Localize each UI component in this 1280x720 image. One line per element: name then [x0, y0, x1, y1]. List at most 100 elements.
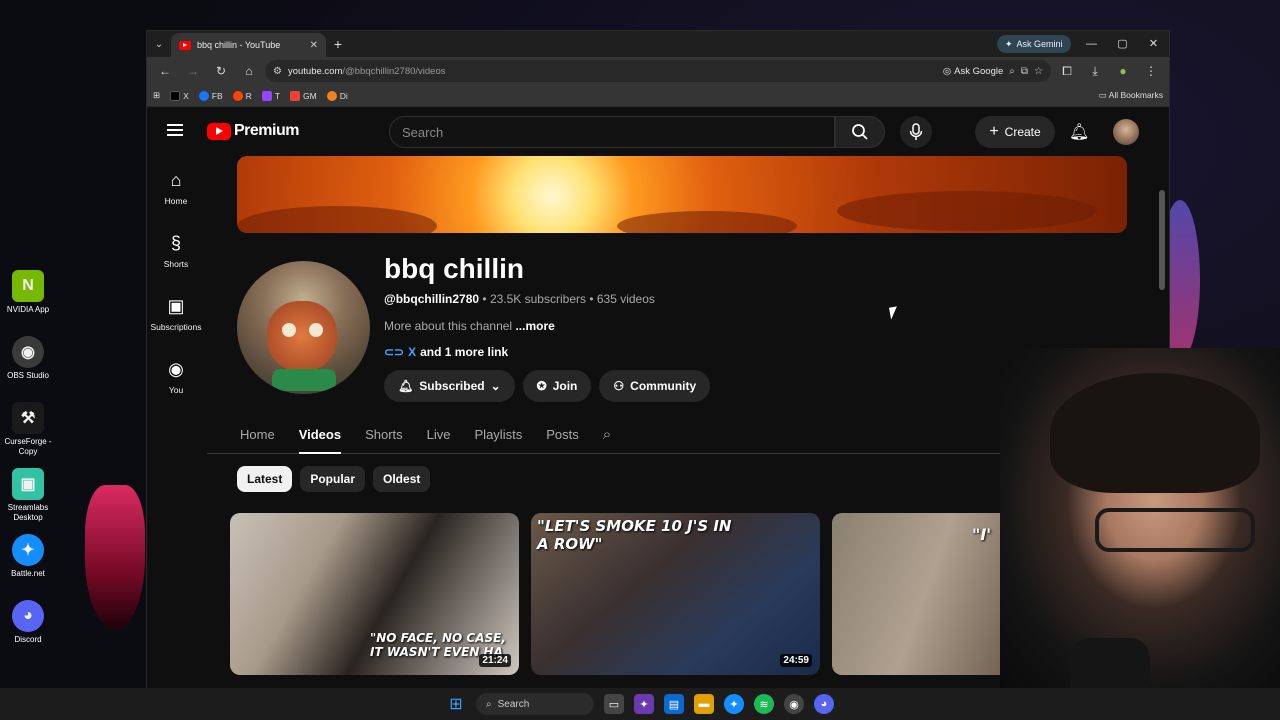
voice-search-button[interactable] — [900, 116, 932, 148]
curseforge-icon: ⚒ — [12, 402, 44, 434]
address-bar[interactable]: ⚙ youtube.com/@bbqchillin2780/videos ◎ As… — [265, 60, 1051, 82]
x-link[interactable]: X — [408, 345, 416, 359]
account-avatar[interactable] — [1113, 119, 1139, 145]
reload-icon[interactable]: ↻ — [209, 64, 233, 78]
bookmark-di[interactable]: Di — [326, 90, 348, 101]
search-icon: ⌕ — [486, 698, 492, 710]
apps-grid-icon[interactable]: ⊞ — [153, 90, 160, 101]
taskbar-search[interactable]: ⌕ Search — [476, 693, 594, 715]
bookmark-star-icon[interactable]: ☆ — [1034, 66, 1043, 77]
community-button[interactable]: ⚇ Community — [599, 370, 711, 402]
battlenet-icon: ✦ — [12, 534, 44, 566]
channel-actions: 🔔︎ Subscribed ⌄ ✪ Join ⚇ Community — [384, 370, 711, 402]
guide-menu-icon[interactable] — [167, 124, 183, 136]
battlenet-taskbar-icon[interactable]: ✦ — [724, 694, 744, 714]
menu-kebab-icon[interactable]: ⋮ — [1139, 64, 1163, 78]
discord-taskbar-icon[interactable]: ◕ — [814, 694, 834, 714]
forward-icon[interactable]: → — [181, 64, 205, 78]
channel-avatar[interactable] — [237, 261, 370, 394]
lens-icon: ◎ — [942, 65, 952, 77]
notifications-bell-icon[interactable]: 🔔︎ — [1069, 122, 1089, 142]
browser-tab-youtube[interactable]: bbq chillin - YouTube ✕ — [171, 33, 326, 57]
webcam-overlay — [1000, 348, 1280, 690]
bookmark-reddit[interactable]: R — [232, 90, 252, 101]
you-icon: ◉ — [168, 358, 184, 379]
channel-about[interactable]: More about this channel ...more — [384, 319, 555, 333]
desktop-icons: N NVIDIA App ◉ OBS Studio ⚒ CurseForge -… — [0, 270, 56, 666]
spotify-icon[interactable]: ≋ — [754, 694, 774, 714]
desktop-icon-nvidia[interactable]: N NVIDIA App — [0, 270, 56, 336]
tab-videos[interactable]: Videos — [298, 416, 342, 454]
tab-playlists[interactable]: Playlists — [475, 416, 523, 454]
close-window-icon[interactable]: ✕ — [1138, 31, 1169, 57]
sidebar-item-home[interactable]: ⌂ Home — [147, 156, 205, 219]
tab-live[interactable]: Live — [427, 416, 451, 454]
tab-posts[interactable]: Posts — [546, 416, 579, 454]
video-count: 635 videos — [596, 292, 655, 306]
chip-oldest[interactable]: Oldest — [373, 466, 431, 492]
store-icon[interactable]: ▤ — [664, 694, 684, 714]
channel-handle: @bbqchillin2780 — [384, 292, 480, 306]
channel-search-icon[interactable]: ⌕ — [603, 416, 611, 454]
shorts-icon: § — [170, 232, 181, 253]
youtube-premium-logo[interactable]: Premium — [207, 122, 299, 140]
folder-icon: ▭ — [1098, 90, 1107, 100]
desktop-icon-obs[interactable]: ◉ OBS Studio — [0, 336, 56, 402]
home-button-icon[interactable]: ⌂ — [237, 64, 261, 78]
bookmark-fb[interactable]: FB — [198, 90, 223, 101]
sidebar-item-you[interactable]: ◉ You — [147, 345, 205, 408]
create-button[interactable]: + Create — [975, 116, 1055, 148]
ask-gemini-button[interactable]: ✦ Ask Gemini — [997, 35, 1071, 53]
windows-start-icon[interactable]: ⊞ — [446, 694, 466, 714]
maximize-icon[interactable]: ▢ — [1107, 31, 1138, 57]
desktop-icon-streamlabs[interactable]: ▣ Streamlabs Desktop — [0, 468, 56, 534]
video-thumbnail[interactable]: "LET'S SMOKE 10 J'S IN A ROW" 24:59 — [531, 513, 820, 675]
desktop-icon-curseforge[interactable]: ⚒ CurseForge - Copy — [0, 402, 56, 468]
copilot-icon[interactable]: ✦ — [634, 694, 654, 714]
chip-latest[interactable]: Latest — [237, 466, 293, 492]
install-app-icon[interactable]: ⧉ — [1021, 66, 1028, 77]
bookmark-twitch[interactable]: T — [261, 90, 280, 101]
new-tab-button[interactable]: + — [326, 36, 350, 52]
page-scrollbar[interactable] — [1159, 190, 1165, 290]
file-explorer-icon[interactable]: ▬ — [694, 694, 714, 714]
search-input[interactable]: Search — [389, 116, 835, 148]
video-thumbnail[interactable]: "NO FACE, NO CASE, IT WASN'T EVEN HA 21:… — [230, 513, 519, 675]
youtube-favicon-icon — [179, 40, 191, 50]
chip-popular[interactable]: Popular — [300, 466, 366, 492]
minimize-icon[interactable]: — — [1076, 31, 1107, 57]
bookmark-x[interactable]: X — [170, 90, 189, 101]
tab-strip: ⌄ bbq chillin - YouTube ✕ + ✦ Ask Gemini… — [147, 31, 1169, 57]
desktop-icon-discord[interactable]: ◕ Discord — [0, 600, 56, 666]
ask-google-button[interactable]: ◎ Ask Google — [943, 66, 1003, 77]
subscribed-button[interactable]: 🔔︎ Subscribed ⌄ — [384, 370, 515, 402]
download-icon[interactable]: ⤓ — [1083, 64, 1107, 79]
all-bookmarks-button[interactable]: ▭ All Bookmarks — [1099, 90, 1163, 101]
close-tab-icon[interactable]: ✕ — [310, 40, 318, 51]
sidebar-item-shorts[interactable]: § Shorts — [147, 219, 205, 282]
channel-meta: @bbqchillin2780 • 23.5K subscribers • 63… — [384, 292, 655, 306]
sort-chips: Latest Popular Oldest — [237, 466, 431, 492]
channel-links[interactable]: ⊂⊃ X and 1 more link — [384, 345, 508, 359]
profile-icon[interactable]: ● — [1111, 64, 1135, 78]
more-link[interactable]: ...more — [515, 319, 554, 333]
task-view-icon[interactable]: ▭ — [604, 694, 624, 714]
gemini-sparkle-icon: ✦ — [1005, 38, 1013, 49]
chrome-icon[interactable]: ◉ — [784, 694, 804, 714]
search-button[interactable] — [835, 116, 885, 148]
join-button[interactable]: ✪ Join — [522, 370, 592, 402]
site-info-icon[interactable]: ⚙ — [273, 66, 282, 77]
gmail-icon — [290, 90, 301, 101]
back-icon[interactable]: ← — [153, 64, 177, 78]
extensions-icon[interactable]: ⧠ — [1055, 64, 1079, 79]
tab-shorts[interactable]: Shorts — [365, 416, 403, 454]
tab-home[interactable]: Home — [240, 416, 275, 454]
sidebar-item-subscriptions[interactable]: ▣ Subscriptions — [147, 282, 205, 345]
desktop-icon-battlenet[interactable]: ✦ Battle.net — [0, 534, 56, 600]
video-duration: 21:24 — [479, 654, 511, 667]
discord-icon: ◕ — [12, 600, 44, 632]
tab-search-chevron-icon[interactable]: ⌄ — [147, 39, 171, 50]
bookmark-gmail[interactable]: GM — [290, 90, 317, 101]
zoom-icon[interactable]: ⌕ — [1009, 66, 1015, 77]
chevron-down-icon: ⌄ — [490, 379, 501, 393]
